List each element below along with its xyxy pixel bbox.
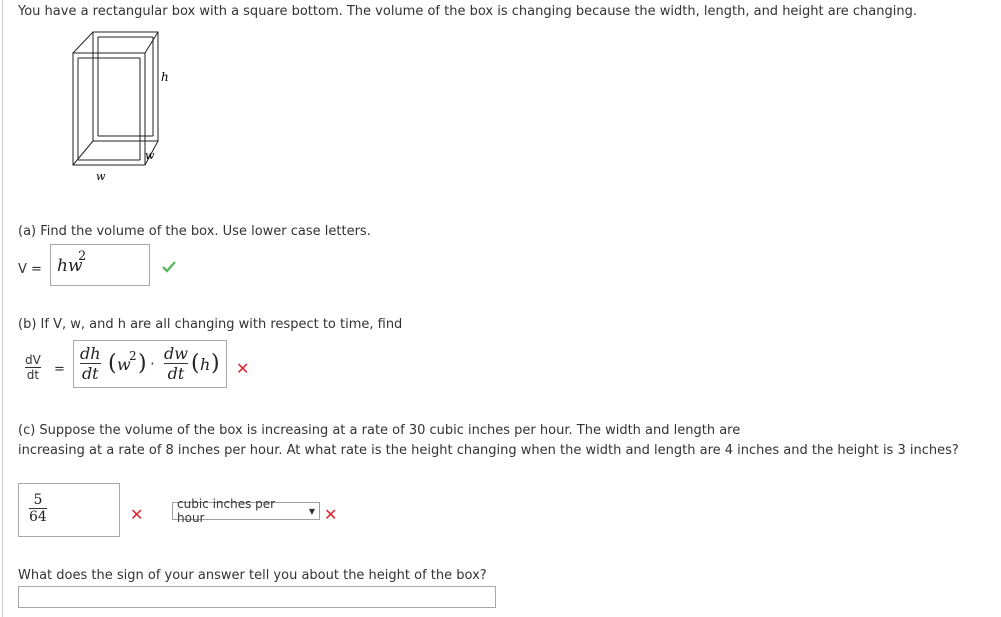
part-b-lhs-fraction: dV dt — [25, 353, 41, 382]
followup-question: What does the sign of your answer tell y… — [18, 568, 487, 583]
part-c-fraction: 5 64 — [29, 492, 47, 525]
followup-textarea[interactable] — [18, 586, 496, 608]
label-w-side: w — [145, 149, 155, 162]
unit-dropdown[interactable]: cubic inches per hour ▼ — [172, 497, 320, 525]
part-c-denominator: 64 — [29, 509, 47, 525]
lhs-denominator: dt — [26, 368, 40, 382]
part-b-answer-field[interactable]: dh dt ( w 2 ) · dw dt ( h ) — [73, 340, 227, 388]
paren-close-1: ) — [138, 351, 147, 376]
part-c-question-line1: (c) Suppose the volume of the box is inc… — [18, 423, 741, 438]
frac-dw-dt: dw dt — [164, 344, 188, 383]
part-a-answer-field[interactable]: hw 2 — [50, 244, 150, 286]
intro-text: You have a rectangular box with a square… — [18, 4, 917, 19]
part-c-answer-field[interactable]: 5 64 — [18, 483, 120, 537]
part-c-question-line2: increasing at a rate of 8 inches per hou… — [18, 443, 959, 458]
part-c-numerator: 5 — [33, 492, 43, 508]
paren-open-1: ( — [108, 351, 117, 376]
part-b-question: (b) If V, w, and h are all changing with… — [18, 317, 403, 332]
paren-close-2: ) — [211, 351, 220, 376]
part-b-equals: = — [54, 362, 65, 377]
part-a-answer-exp: 2 — [78, 249, 87, 264]
cross-icon: ✕ — [324, 505, 338, 524]
lhs-numerator: dV — [25, 353, 41, 367]
left-border — [2, 0, 3, 617]
check-icon — [162, 261, 176, 273]
paren-open-2: ( — [191, 351, 200, 376]
dropdown-arrow-icon: ▼ — [308, 506, 315, 516]
paren2-h: h — [200, 355, 211, 374]
frac-dh-dt: dh dt — [80, 344, 101, 383]
cross-icon: ✕ — [236, 359, 250, 378]
paren1-exp: 2 — [129, 349, 137, 363]
cross-icon: ✕ — [130, 505, 144, 524]
part-a-lhs: V = — [18, 262, 42, 277]
label-w-front: w — [96, 170, 106, 183]
box-figure: h w w — [72, 31, 169, 183]
label-h: h — [161, 70, 169, 84]
part-a-question: (a) Find the volume of the box. Use lowe… — [18, 224, 371, 239]
unit-selected: cubic inches per hour — [177, 497, 276, 525]
dot: · — [150, 355, 155, 373]
